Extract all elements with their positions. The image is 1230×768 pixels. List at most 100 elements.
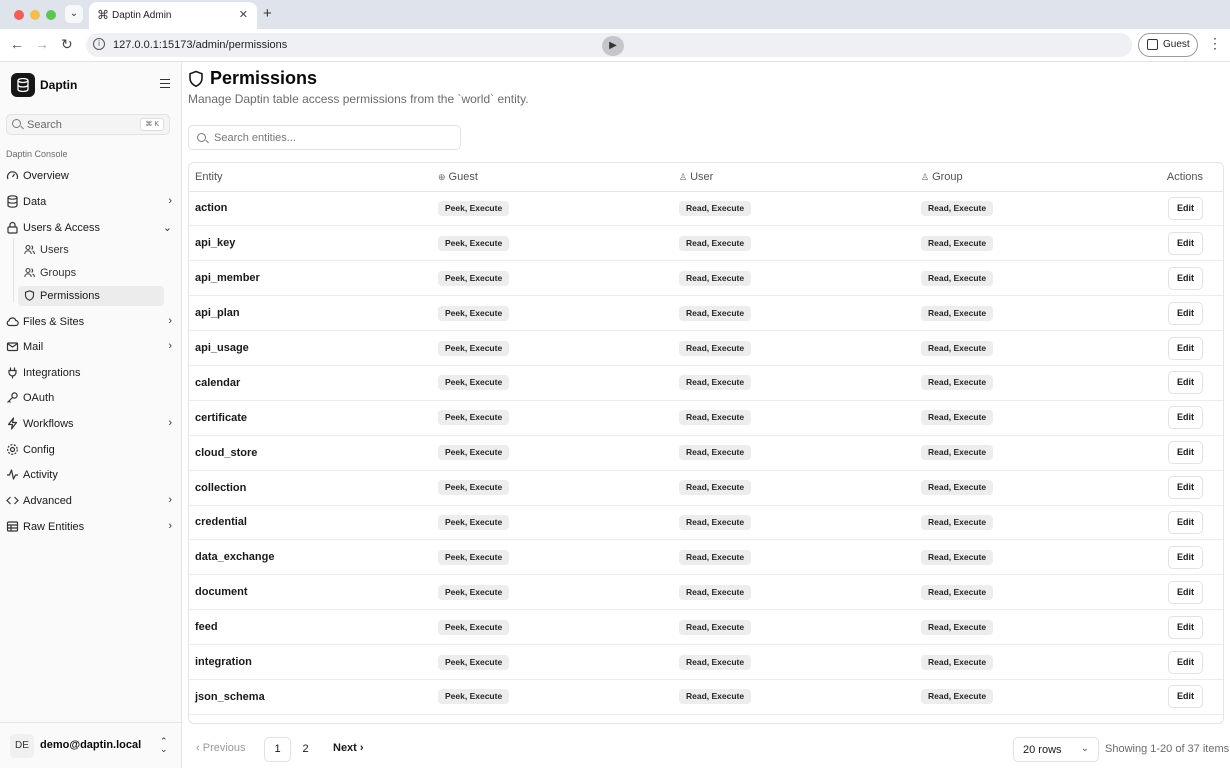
sidebar-item-advanced[interactable]: Advanced › xyxy=(4,491,176,511)
site-info-icon[interactable]: i xyxy=(93,38,105,50)
user-menu[interactable]: DE demo@daptin.local ⌃ ⌄ xyxy=(0,722,181,768)
maximize-window-button[interactable] xyxy=(46,10,56,20)
sidebar-item-groups[interactable]: Groups xyxy=(18,263,164,283)
close-tab-icon[interactable]: ✕ xyxy=(239,8,248,21)
group-cell: Read, Execute xyxy=(915,679,1125,715)
sidebar-item-workflows[interactable]: Workflows › xyxy=(4,414,176,434)
next-page-button[interactable]: Next › xyxy=(333,742,364,754)
edit-button[interactable]: Edit xyxy=(1168,580,1203,604)
workflow-icon xyxy=(7,417,18,430)
edit-button[interactable]: Edit xyxy=(1168,685,1203,709)
user-cell: Read, Execute xyxy=(673,400,915,436)
column-header-guest: ⊕ Guest xyxy=(432,163,673,192)
plug-icon xyxy=(8,367,17,379)
permission-badge: Read, Execute xyxy=(921,305,994,321)
permission-badge: Read, Execute xyxy=(921,445,994,461)
table-row: credential Peek, Execute Read, Execute Read… xyxy=(189,505,1223,541)
browser-tab[interactable]: ⌘ Daptin Admin ✕ xyxy=(89,2,257,29)
sidebar-item-overview[interactable]: Overview xyxy=(4,166,176,186)
search-icon xyxy=(12,119,21,128)
user-cell: Read, Execute xyxy=(673,679,915,715)
table-row: api_usage Peek, Execute Read, Execute Read,… xyxy=(189,330,1223,366)
back-arrow-icon[interactable]: ← xyxy=(10,36,24,52)
sidebar-item-users-access[interactable]: Users & Access ⌄ xyxy=(4,218,176,238)
column-header-actions: Actions xyxy=(1125,163,1223,192)
sidebar-item-data[interactable]: Data › xyxy=(4,192,176,212)
permission-badge: Peek, Execute xyxy=(438,445,510,461)
profile-button[interactable]: Guest xyxy=(1138,33,1198,57)
permission-badge: Read, Execute xyxy=(921,549,994,565)
edit-button[interactable]: Edit xyxy=(1168,545,1203,569)
group-cell: Read, Execute xyxy=(915,400,1125,436)
sidebar-item-raw-entities[interactable]: Raw Entities › xyxy=(4,517,176,537)
permission-badge: Read, Execute xyxy=(679,514,752,530)
sidebar-item-label: Advanced xyxy=(23,495,72,507)
edit-button[interactable]: Edit xyxy=(1168,406,1203,430)
guest-cell: Peek, Execute xyxy=(432,400,673,436)
edit-button[interactable]: Edit xyxy=(1168,615,1203,639)
sidebar-item-label: Workflows xyxy=(23,418,74,430)
table-row: action Peek, Execute Read, Execute Read, Ex… xyxy=(189,191,1223,227)
sidebar-item-label: Config xyxy=(23,444,55,456)
guest-cell: Peek, Execute xyxy=(432,191,673,227)
command-icon: ⌘ xyxy=(97,8,109,22)
group-cell: Read, Execute xyxy=(915,609,1125,646)
url-text: 127.0.0.1:15173/admin/permissions xyxy=(113,39,288,51)
user-icon: ♙ xyxy=(679,171,688,182)
table-row: json_schema Peek, Execute Read, Execute Rea… xyxy=(189,679,1223,715)
permission-badge: Peek, Execute xyxy=(438,584,510,600)
permission-badge: Read, Execute xyxy=(679,689,752,705)
chevron-down-icon: ⌄ xyxy=(162,222,172,234)
page-button-2[interactable]: 2 xyxy=(292,737,319,762)
edit-button[interactable]: Edit xyxy=(1168,196,1203,220)
sidebar-item-config[interactable]: Config xyxy=(4,440,176,460)
table-row: collection Peek, Execute Read, Execute Read… xyxy=(189,470,1223,506)
group-icon xyxy=(24,267,35,278)
entity-name: collection xyxy=(189,470,432,506)
edit-button[interactable]: Edit xyxy=(1168,301,1203,325)
sidebar-item-integrations[interactable]: Integrations xyxy=(4,363,176,383)
edit-button[interactable]: Edit xyxy=(1168,476,1203,500)
sidebar-item-oauth[interactable]: OAuth xyxy=(4,388,176,408)
entity-name: feed xyxy=(189,609,432,646)
sidebar-item-permissions[interactable]: Permissions xyxy=(18,286,164,306)
sidebar-item-mail[interactable]: Mail › xyxy=(4,337,176,357)
sidebar-search[interactable]: Search ⌘ K xyxy=(6,114,170,135)
rows-per-page-select[interactable]: 20 rows ⌄ xyxy=(1013,737,1099,762)
chevron-right-icon: › xyxy=(359,742,364,754)
group-cell: Read, Execute xyxy=(915,435,1125,471)
entity-search[interactable] xyxy=(188,125,461,150)
permission-badge: Read, Execute xyxy=(921,410,994,426)
sidebar-item-activity[interactable]: Activity xyxy=(4,465,176,485)
edit-button[interactable]: Edit xyxy=(1168,441,1203,465)
close-window-button[interactable] xyxy=(14,10,24,20)
tab-list-chevron-icon[interactable]: ⌄ xyxy=(65,5,83,23)
sidebar-item-files-sites[interactable]: Files & Sites › xyxy=(4,312,176,332)
user-cell: Read, Execute xyxy=(673,365,915,401)
permissions-table: Entity ⊕ Guest ♙ User ♙ Group Actions actio… xyxy=(188,162,1224,724)
edit-button[interactable]: Edit xyxy=(1168,510,1203,534)
reload-icon[interactable]: ↻ xyxy=(61,36,73,53)
column-header-user: ♙ User xyxy=(673,163,915,192)
new-tab-icon[interactable]: + xyxy=(263,5,272,22)
entity-name: data_exchange xyxy=(189,539,432,576)
page-button-1[interactable]: 1 xyxy=(264,737,291,762)
edit-button[interactable]: Edit xyxy=(1168,650,1203,674)
previous-page-button[interactable]: ‹ Previous xyxy=(196,742,246,754)
edit-button[interactable]: Edit xyxy=(1168,266,1203,290)
edit-button[interactable]: Edit xyxy=(1168,371,1203,395)
sidebar-item-users[interactable]: Users xyxy=(18,240,164,260)
menu-toggle-icon[interactable] xyxy=(160,79,170,88)
browser-menu-icon[interactable]: ⋮ xyxy=(1208,35,1222,52)
permission-badge: Read, Execute xyxy=(921,514,994,530)
edit-button[interactable]: Edit xyxy=(1168,336,1203,360)
table-row: data_exchange Peek, Execute Read, Execute R… xyxy=(189,539,1223,576)
permission-badge: Peek, Execute xyxy=(438,619,510,635)
entity-search-input[interactable] xyxy=(214,131,454,145)
minimize-window-button[interactable] xyxy=(30,10,40,20)
forward-arrow-icon[interactable]: → xyxy=(35,36,49,52)
edit-button[interactable]: Edit xyxy=(1168,231,1203,255)
actions-cell: Edit xyxy=(1125,470,1223,506)
chevron-left-icon: ‹ xyxy=(196,742,200,754)
column-header-group: ♙ Group xyxy=(915,163,1125,192)
